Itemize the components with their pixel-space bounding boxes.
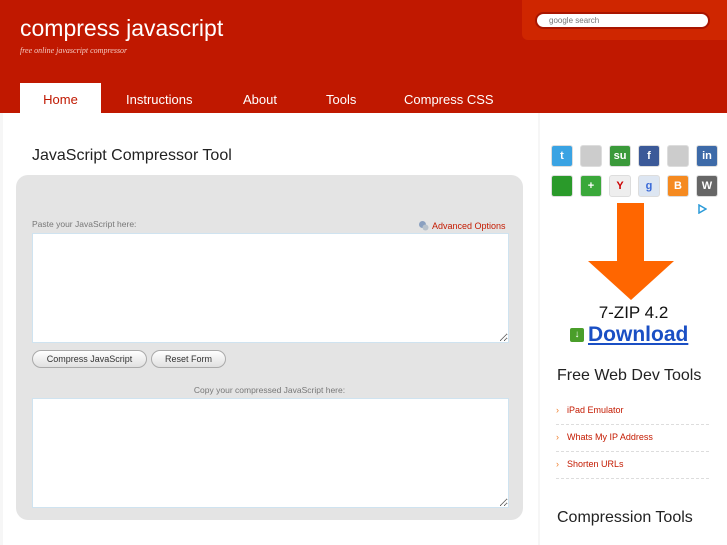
page-title: JavaScript Compressor Tool	[32, 147, 232, 164]
header: compress javascript free online javascri…	[0, 0, 727, 113]
ad-choices-icon[interactable]	[697, 204, 707, 214]
search-panel	[522, 0, 727, 40]
blogger-icon[interactable]: B	[667, 175, 689, 197]
linkedin-icon[interactable]: in	[696, 145, 718, 167]
reset-button[interactable]: Reset Form	[151, 350, 226, 368]
compression-tools-heading: Compression Tools	[557, 509, 693, 526]
twitter-icon[interactable]: t	[551, 145, 573, 167]
add-icon[interactable]: +	[580, 175, 602, 197]
site-logo[interactable]: compress javascript	[20, 15, 223, 42]
facebook-icon[interactable]: f	[638, 145, 660, 167]
nav-compress-css[interactable]: Compress CSS	[382, 83, 516, 113]
free-tools-heading: Free Web Dev Tools	[557, 367, 702, 384]
nav-instructions[interactable]: Instructions	[101, 83, 218, 113]
yahoo-icon[interactable]: Y	[609, 175, 631, 197]
tool-link[interactable]: › Whats My IP Address	[556, 432, 709, 452]
javascript-input[interactable]	[32, 233, 509, 343]
tool-link[interactable]: › iPad Emulator	[556, 405, 709, 425]
myspace-icon[interactable]	[667, 145, 689, 167]
search-input[interactable]	[535, 12, 710, 29]
main-nav: Home Instructions About Tools Compress C…	[20, 83, 516, 113]
gear-icon	[419, 221, 429, 231]
nav-home[interactable]: Home	[20, 83, 101, 113]
nav-about[interactable]: About	[218, 83, 301, 113]
compress-button[interactable]: Compress JavaScript	[32, 350, 147, 368]
copy-label: Copy your compressed JavaScript here:	[193, 385, 346, 395]
down-arrow-icon	[588, 203, 674, 300]
download-ad[interactable]: ↓ Download	[570, 323, 688, 347]
tool-link[interactable]: › Shorten URLs	[556, 459, 709, 479]
advanced-options-label: Advanced Options	[432, 220, 506, 231]
nav-tools[interactable]: Tools	[301, 83, 382, 113]
tool-link-label: Shorten URLs	[567, 459, 624, 469]
download-icon: ↓	[570, 328, 584, 342]
javascript-output[interactable]	[32, 398, 509, 508]
paste-label: Paste your JavaScript here:	[32, 219, 137, 229]
wordpress-icon[interactable]: W	[696, 175, 718, 197]
download-link[interactable]: Download	[588, 323, 688, 347]
ad-product: 7-ZIP 4.2	[598, 303, 669, 322]
stumbleupon-icon[interactable]: su	[609, 145, 631, 167]
tool-link-label: iPad Emulator	[567, 405, 624, 415]
tagline: free online javascript compressor	[20, 46, 128, 55]
tool-link-label: Whats My IP Address	[567, 432, 653, 442]
technorati-icon[interactable]	[551, 175, 573, 197]
delicious-icon[interactable]	[580, 145, 602, 167]
advanced-options-link[interactable]: Advanced Options	[418, 220, 506, 231]
google-icon[interactable]: g	[638, 175, 660, 197]
